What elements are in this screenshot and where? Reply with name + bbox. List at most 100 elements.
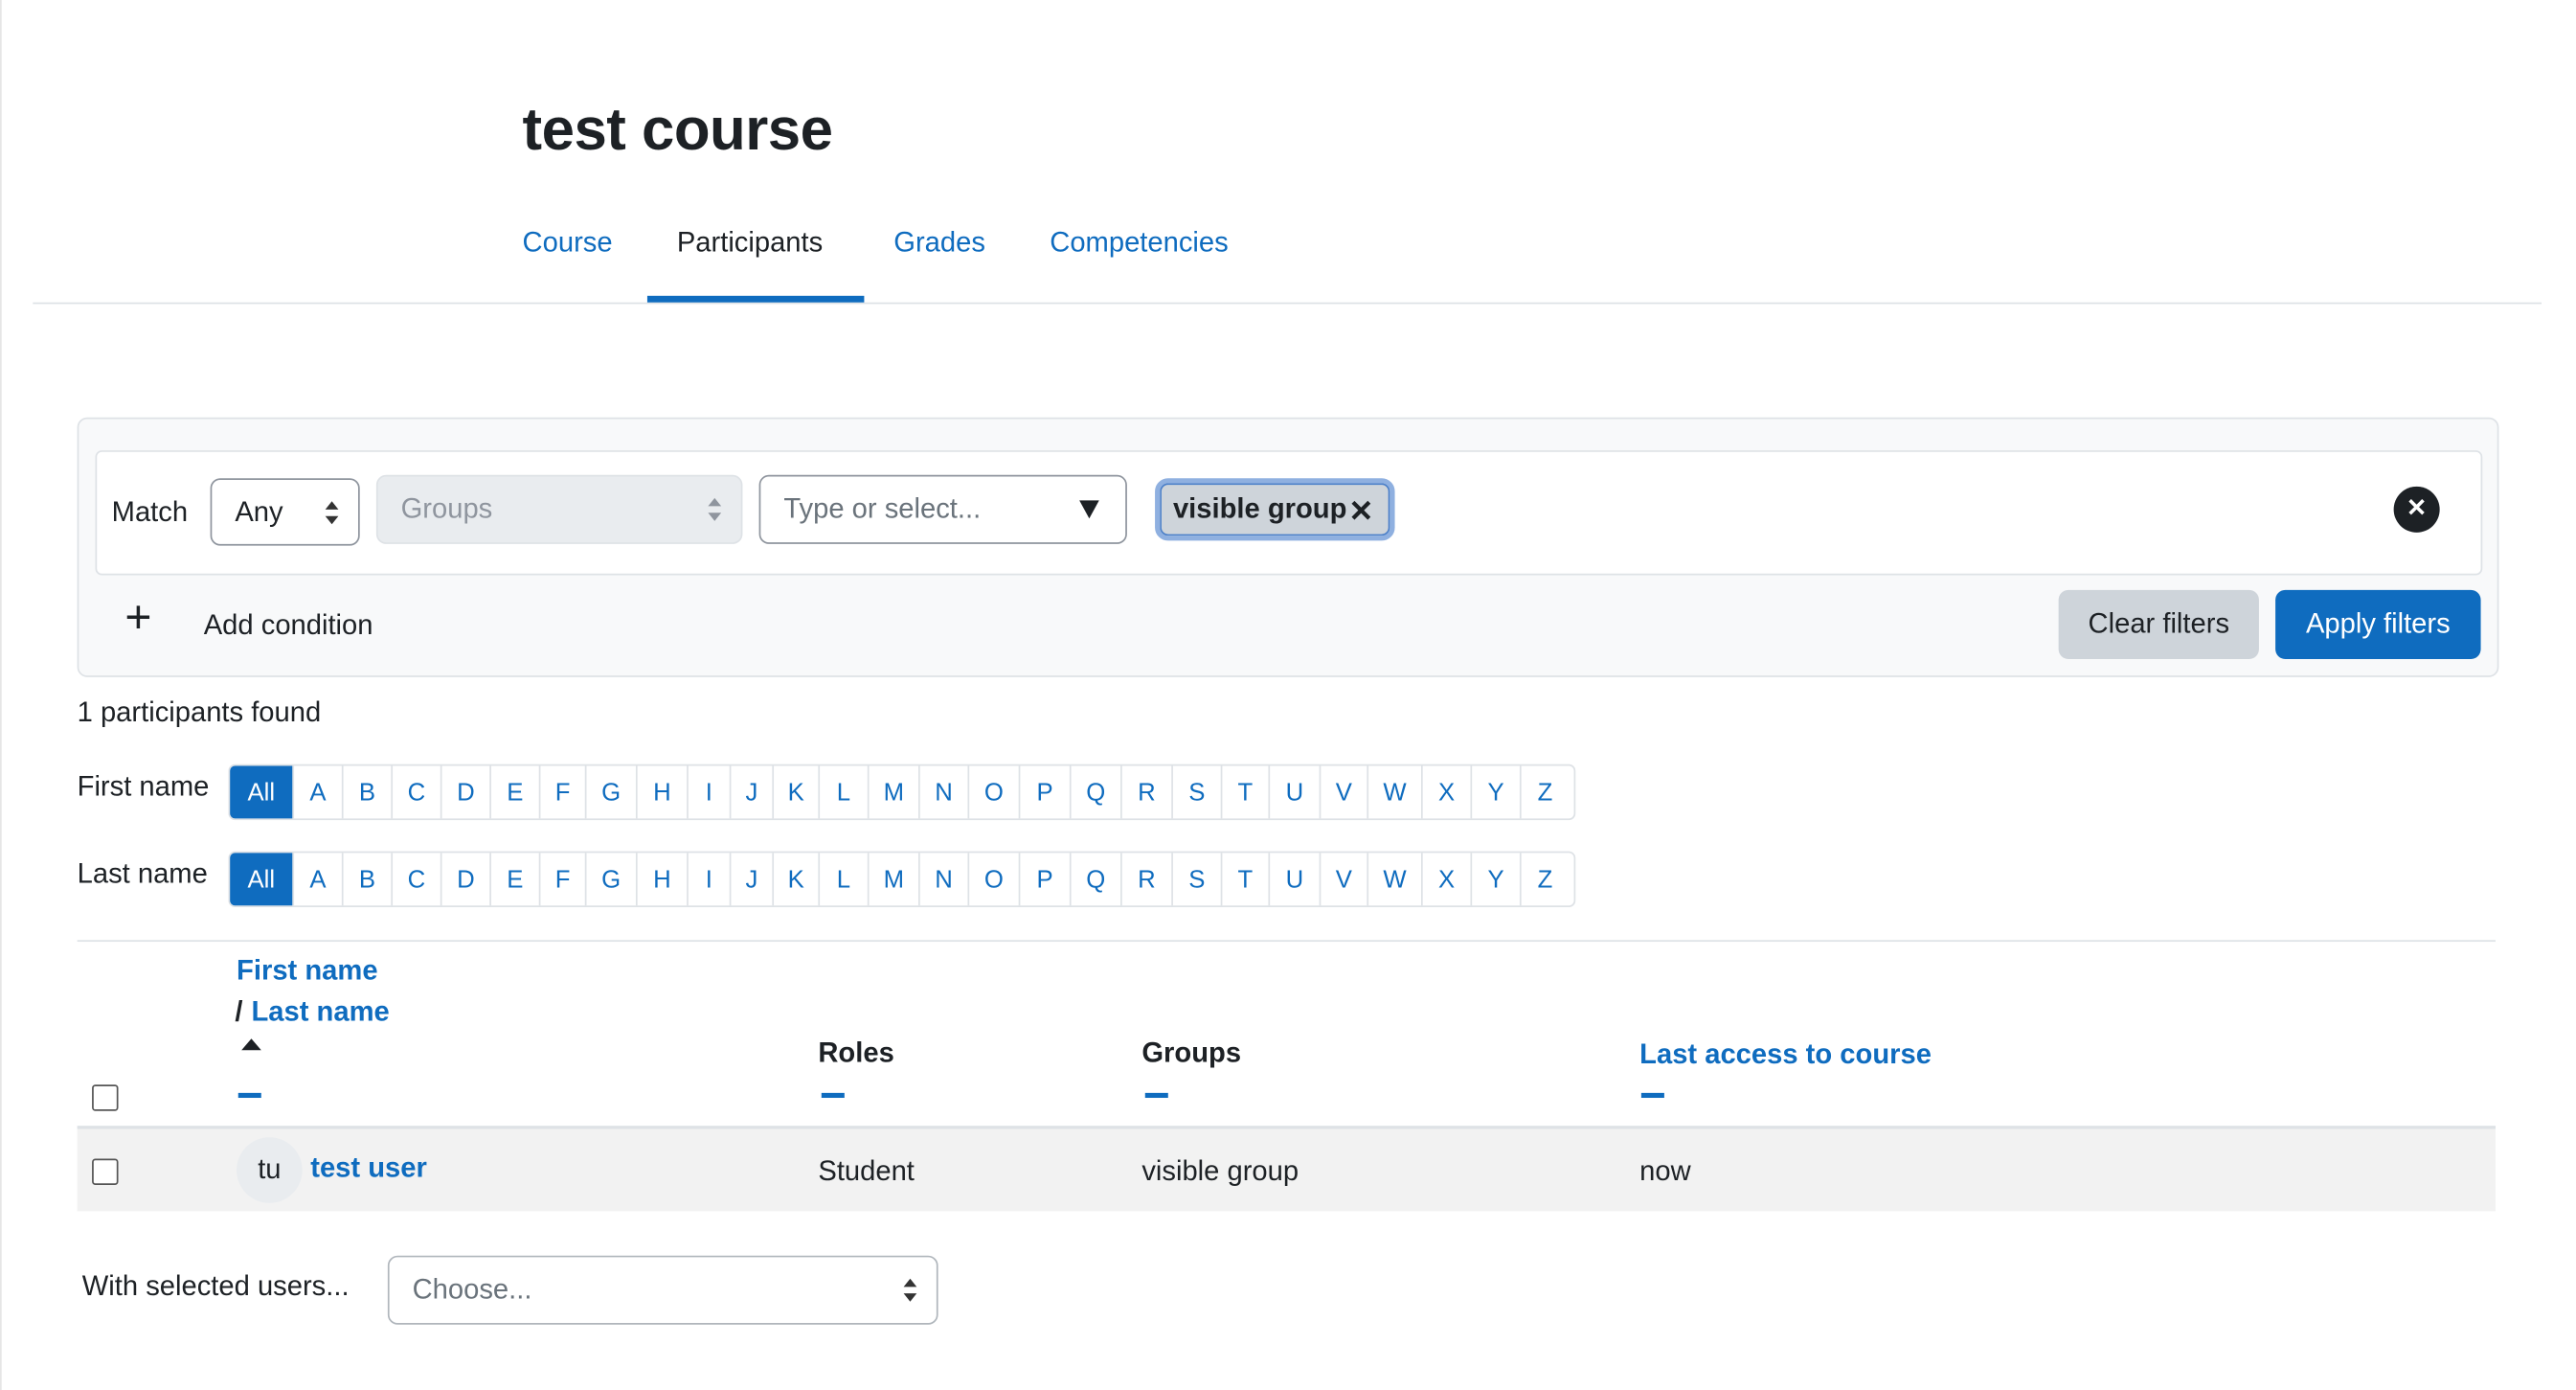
collapse-roles-column-icon[interactable] xyxy=(821,1092,845,1099)
participant-role[interactable]: Student xyxy=(818,1155,915,1188)
avatar[interactable]: tu xyxy=(237,1137,303,1203)
first-name-initial-h[interactable]: H xyxy=(635,765,687,819)
last-name-initial-x[interactable]: X xyxy=(1420,853,1470,906)
last-name-initial-v[interactable]: V xyxy=(1319,853,1367,906)
first-name-initial-d[interactable]: D xyxy=(440,765,489,819)
table-top-border xyxy=(77,940,2496,943)
last-name-initial-i[interactable]: I xyxy=(687,853,730,906)
last-name-initial-s[interactable]: S xyxy=(1171,853,1220,906)
first-name-initial-x[interactable]: X xyxy=(1420,765,1470,819)
first-name-initial-w[interactable]: W xyxy=(1367,765,1421,819)
last-name-initial-a[interactable]: A xyxy=(292,853,341,906)
first-name-initial-k[interactable]: K xyxy=(772,765,818,819)
first-name-initial-t[interactable]: T xyxy=(1220,765,1269,819)
first-name-initial-s[interactable]: S xyxy=(1171,765,1220,819)
active-tab-indicator xyxy=(646,295,865,303)
first-name-initial-r[interactable]: R xyxy=(1120,765,1171,819)
first-name-initial-u[interactable]: U xyxy=(1268,765,1319,819)
match-value: Any xyxy=(235,495,283,527)
tab-participants[interactable]: Participants xyxy=(677,227,823,260)
last-name-initial-m[interactable]: M xyxy=(867,853,918,906)
col-name-separator: / xyxy=(235,995,243,1028)
last-name-initial-f[interactable]: F xyxy=(538,853,585,906)
first-name-initial-q[interactable]: Q xyxy=(1069,765,1120,819)
bulk-action-select[interactable]: Choose... xyxy=(387,1255,938,1325)
chip-remove-icon[interactable]: ✕ xyxy=(1348,494,1373,529)
first-name-initial-l[interactable]: L xyxy=(818,765,867,819)
first-name-initial-j[interactable]: J xyxy=(729,765,773,819)
page: test course Course Participants Grades C… xyxy=(0,0,2576,1390)
col-first-name-header[interactable]: First name xyxy=(237,955,378,988)
selected-group-chip[interactable]: visible group ✕ xyxy=(1155,478,1395,541)
remove-condition-icon[interactable]: ✕ xyxy=(2393,486,2440,533)
add-condition-link[interactable]: Add condition xyxy=(204,609,373,642)
tab-course[interactable]: Course xyxy=(523,227,613,260)
collapse-name-column-icon[interactable] xyxy=(237,1092,261,1099)
first-name-initial-y[interactable]: Y xyxy=(1470,765,1519,819)
first-name-initial-f[interactable]: F xyxy=(538,765,585,819)
last-name-initial-k[interactable]: K xyxy=(772,853,818,906)
last-name-initial-t[interactable]: T xyxy=(1220,853,1269,906)
first-name-initial-c[interactable]: C xyxy=(391,765,440,819)
last-name-initial-o[interactable]: O xyxy=(967,853,1018,906)
first-name-initial-z[interactable]: Z xyxy=(1519,765,1569,819)
last-name-initial-c[interactable]: C xyxy=(391,853,440,906)
left-border xyxy=(0,0,2,1390)
last-name-initial-e[interactable]: E xyxy=(489,853,538,906)
collapse-last-access-column-icon[interactable] xyxy=(1640,1092,1664,1099)
last-name-initial-d[interactable]: D xyxy=(440,853,489,906)
first-name-initial-p[interactable]: P xyxy=(1018,765,1070,819)
row-select-checkbox[interactable] xyxy=(92,1158,119,1185)
bulk-action-placeholder: Choose... xyxy=(412,1273,532,1306)
first-name-initial-v[interactable]: V xyxy=(1319,765,1367,819)
bulk-action-label: With selected users... xyxy=(81,1270,350,1302)
last-name-initials-bar: All A B C D E F G H I J K L M N O P Q R S T U V W X Y Z xyxy=(228,851,1576,908)
last-name-initial-l[interactable]: L xyxy=(818,853,867,906)
first-name-initial-all[interactable]: All xyxy=(230,765,293,819)
participant-last-access: now xyxy=(1639,1155,1691,1187)
apply-filters-button[interactable]: Apply filters xyxy=(2275,589,2481,659)
last-name-initial-b[interactable]: B xyxy=(341,853,391,906)
filter-value-input[interactable]: Type or select... xyxy=(758,474,1127,544)
collapse-groups-column-icon[interactable] xyxy=(1144,1092,1168,1099)
last-name-initials-label: Last name xyxy=(77,857,208,890)
last-name-initial-r[interactable]: R xyxy=(1120,853,1171,906)
participant-group[interactable]: visible group xyxy=(1141,1155,1299,1188)
first-name-initial-m[interactable]: M xyxy=(867,765,918,819)
select-all-checkbox[interactable] xyxy=(92,1084,119,1111)
first-name-initial-a[interactable]: A xyxy=(292,765,341,819)
last-name-initial-q[interactable]: Q xyxy=(1069,853,1120,906)
last-name-initial-h[interactable]: H xyxy=(635,853,687,906)
last-name-initial-z[interactable]: Z xyxy=(1519,853,1569,906)
clear-filters-button[interactable]: Clear filters xyxy=(2058,589,2259,659)
first-name-initial-o[interactable]: O xyxy=(967,765,1018,819)
first-name-initial-e[interactable]: E xyxy=(489,765,538,819)
participant-name-link[interactable]: test user xyxy=(310,1152,427,1185)
last-name-initial-u[interactable]: U xyxy=(1268,853,1319,906)
filter-type-select: Groups xyxy=(375,474,743,544)
participants-count: 1 participants found xyxy=(77,696,322,729)
last-name-initial-w[interactable]: W xyxy=(1367,853,1421,906)
first-name-initial-i[interactable]: I xyxy=(687,765,730,819)
col-last-name-header[interactable]: Last name xyxy=(251,996,389,1029)
tab-competencies[interactable]: Competencies xyxy=(1050,227,1228,260)
last-name-initial-p[interactable]: P xyxy=(1018,853,1070,906)
col-last-access-header[interactable]: Last access to course xyxy=(1639,1038,1932,1071)
course-tabs: Course Participants Grades Competencies xyxy=(33,214,2542,305)
last-name-initial-j[interactable]: J xyxy=(729,853,773,906)
last-name-initial-n[interactable]: N xyxy=(918,853,967,906)
first-name-initial-g[interactable]: G xyxy=(584,765,636,819)
last-name-initial-all[interactable]: All xyxy=(230,853,293,906)
first-name-initials-label: First name xyxy=(77,770,210,803)
last-name-initial-g[interactable]: G xyxy=(584,853,636,906)
filter-condition-row: Match Any Groups Type or select... visib… xyxy=(95,450,2483,576)
filter-value-placeholder: Type or select... xyxy=(783,492,982,525)
dropdown-triangle-icon[interactable] xyxy=(1079,500,1099,519)
first-name-initial-b[interactable]: B xyxy=(341,765,391,819)
first-name-initial-n[interactable]: N xyxy=(918,765,967,819)
match-select[interactable]: Any xyxy=(210,478,360,546)
participants-page: test course Course Participants Grades C… xyxy=(0,0,2576,1390)
tab-grades[interactable]: Grades xyxy=(893,227,985,260)
add-condition-icon[interactable]: + xyxy=(124,594,151,640)
last-name-initial-y[interactable]: Y xyxy=(1470,853,1519,906)
